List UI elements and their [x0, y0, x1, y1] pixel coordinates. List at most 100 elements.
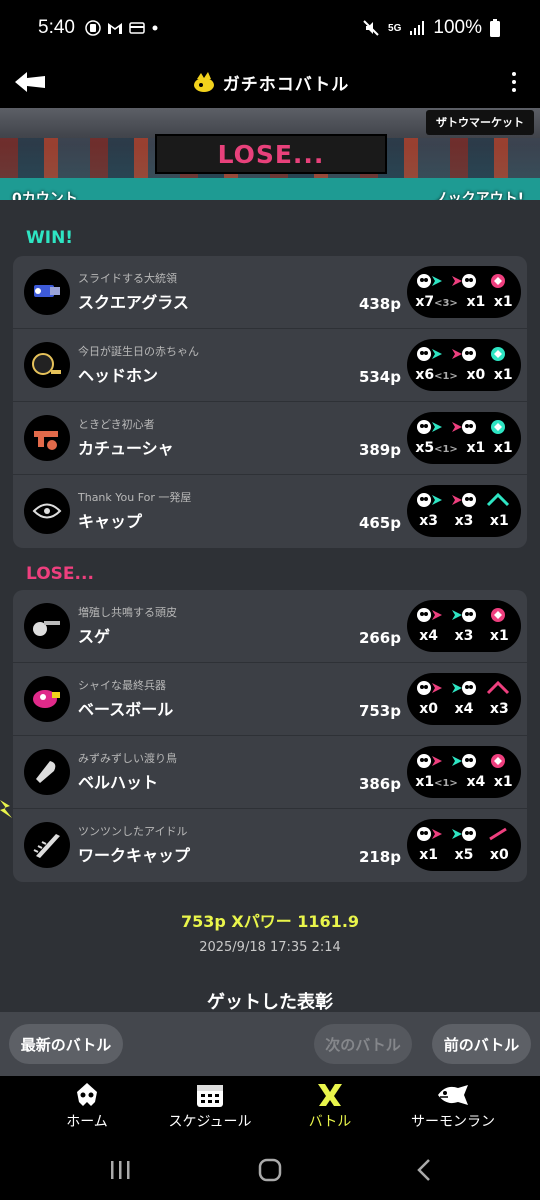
assist-icon	[450, 825, 478, 843]
death-count: x1	[489, 513, 509, 529]
battle-detail-content[interactable]: LOSE... ザトウマーケット 0カウント ノックアウト! WIN! スライド…	[0, 108, 540, 1012]
lose-team-card: 増殖し共鳴する頭皮 スゲ 266p x4 x3 x1 シャイな最終兵器 ベースボ…	[13, 590, 527, 882]
lose-team-label: LOSE...	[26, 564, 94, 584]
next-battle-button[interactable]: 次のバトル	[314, 1024, 412, 1064]
kill-count: x3	[419, 513, 438, 533]
recent-apps-icon	[111, 1161, 130, 1179]
stat-icons	[407, 491, 521, 511]
splatling-weapon-icon	[34, 285, 60, 297]
previous-battle-button[interactable]: 前のバトル	[432, 1024, 531, 1064]
player-stats: x3 x3 x1	[407, 485, 521, 537]
kill-count: x7<3>	[415, 294, 458, 314]
special-icon	[484, 491, 512, 509]
home-button[interactable]	[250, 1154, 290, 1186]
blaster-weapon-icon	[34, 431, 58, 450]
player-name: スゲ	[78, 627, 111, 646]
player-stats: x4 x3 x1	[407, 600, 521, 652]
player-points: 534p	[358, 368, 401, 386]
stat-values: x3 x3 x1	[407, 513, 521, 533]
player-name: ヘッドホン	[78, 366, 159, 385]
kill-count: x1<1>	[415, 774, 458, 794]
assist-icon	[450, 345, 478, 363]
player-stats: x1<1> x4 x1	[407, 746, 521, 798]
weapon-icon	[24, 676, 70, 722]
mute-icon	[363, 20, 379, 36]
player-title: ときどき初心者	[78, 418, 155, 431]
tab-schedule[interactable]: スケジュール	[158, 1082, 262, 1140]
assist-icon	[450, 272, 478, 290]
death-count: x1	[493, 294, 513, 310]
gmail-icon	[107, 23, 122, 34]
weapon-icon	[24, 342, 70, 388]
frying-pan-weapon-icon	[32, 353, 61, 375]
weapon-icon	[24, 822, 70, 868]
latest-battle-button[interactable]: 最新のバトル	[9, 1024, 123, 1064]
kills-value: x1	[415, 774, 435, 790]
status-right: 5G 100%	[362, 17, 500, 39]
special-count: x4	[466, 774, 486, 790]
kill-icon	[416, 825, 444, 843]
awards-heading: ゲットした表彰	[207, 992, 333, 1012]
player-row[interactable]: 今日が誕生日の赤ちゃん ヘッドホン 534p x6<1> x0 x1	[13, 329, 527, 402]
tab-label: スケジュール	[168, 1114, 252, 1130]
back-arrow-icon	[15, 72, 45, 92]
player-points-power: 753p Xパワー 1161.9	[180, 912, 360, 931]
recent-apps-button[interactable]	[100, 1154, 140, 1186]
player-row[interactable]: ツンツンしたアイドル ワークキャップ 218p x1 x5 x0	[13, 809, 527, 882]
stage-name: ザトウマーケット	[426, 110, 534, 135]
stat-values: x1 x5 x0	[407, 847, 521, 867]
stat-values: x1<1> x4 x1	[407, 774, 521, 794]
assist-icon	[450, 491, 478, 509]
player-row[interactable]: 増殖し共鳴する頭皮 スゲ 266p x4 x3 x1	[13, 590, 527, 663]
kill-count: x4	[419, 628, 438, 648]
assist-icon	[450, 418, 478, 436]
player-row[interactable]: Thank You For 一発屋 キャップ 465p x3 x3 x1	[13, 475, 527, 548]
notification-icons	[85, 20, 159, 36]
player-title: スライドする大統領	[78, 272, 177, 285]
special-icon	[484, 272, 512, 290]
player-row[interactable]: ときどき初心者 カチューシャ 389p x5<1> x1 x1	[13, 402, 527, 475]
system-nav-bar	[0, 1140, 540, 1200]
back-nav-button[interactable]	[404, 1154, 444, 1186]
kill-count: x1	[419, 847, 438, 867]
player-points: 389p	[358, 441, 401, 459]
win-team-label: WIN!	[26, 228, 74, 248]
stat-values: x6<1> x0 x1	[407, 367, 521, 387]
battle-icon	[318, 1084, 342, 1106]
player-row[interactable]: シャイな最終兵器 ベースボール 753p x0 x4 x3	[13, 663, 527, 736]
brush-weapon-icon	[36, 761, 56, 783]
win-team-card: スライドする大統領 スクエアグラス 438p x7<3> x1 x1 今日が誕生…	[13, 256, 527, 548]
player-stats: x5<1> x1 x1	[407, 412, 521, 464]
more-menu-button[interactable]	[506, 64, 522, 100]
assist-icon	[450, 752, 478, 770]
menu-dot	[512, 88, 516, 92]
rainmaker-icon	[193, 72, 214, 92]
tab-home[interactable]: ホーム	[52, 1082, 122, 1140]
death-count: x0	[489, 847, 509, 863]
roller-weapon-icon	[33, 621, 60, 636]
stat-values: x0 x4 x3	[407, 701, 521, 721]
player-points: 465p	[358, 514, 401, 532]
player-title: みずみずしい渡り鳥	[78, 752, 177, 765]
special-icon	[484, 679, 512, 697]
player-points: 266p	[358, 629, 401, 647]
menu-dot	[512, 80, 516, 84]
assist-icon	[450, 606, 478, 624]
stat-values: x4 x3 x1	[407, 628, 521, 648]
player-row[interactable]: みずみずしい渡り鳥 ベルハット 386p x1<1> x4 x1	[13, 736, 527, 809]
back-chevron-icon	[417, 1159, 430, 1181]
player-row[interactable]: スライドする大統領 スクエアグラス 438p x7<3> x1 x1	[13, 256, 527, 329]
tab-battle[interactable]: バトル	[295, 1082, 365, 1140]
stat-icons	[407, 345, 521, 365]
tab-label: バトル	[308, 1114, 352, 1130]
kill-icon	[416, 606, 444, 624]
player-points: 753p	[358, 702, 401, 720]
result-box: LOSE...	[155, 134, 387, 174]
tab-salmon-run[interactable]: サーモンラン	[398, 1082, 508, 1140]
network-label: 5G	[388, 22, 402, 34]
back-button[interactable]	[12, 64, 48, 100]
stat-icons	[407, 272, 521, 292]
special-icon	[484, 606, 512, 624]
player-stats: x1 x5 x0	[407, 819, 521, 871]
player-name: スクエアグラス	[78, 293, 189, 312]
